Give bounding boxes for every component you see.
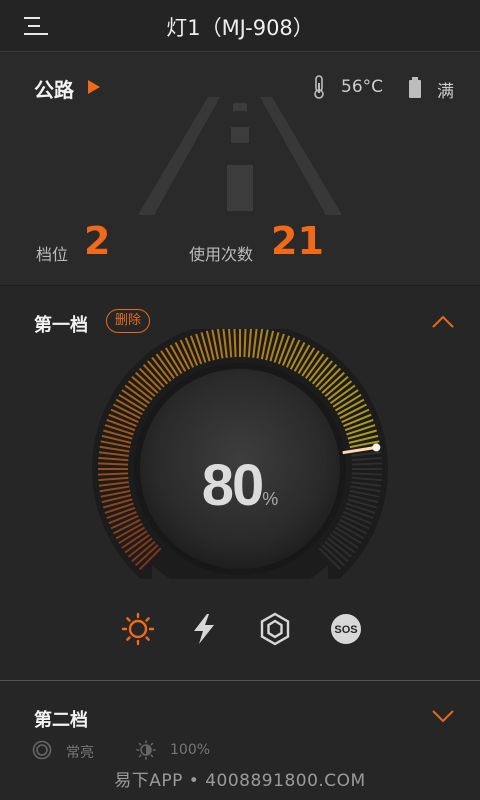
level-1-title: 第一档 [34, 315, 88, 336]
watermark: 易下APP • 4008891800.COM [114, 771, 366, 791]
dial-tick [233, 329, 237, 358]
level-2-mode-label: 常亮 [66, 745, 94, 761]
brightness-unit: % [262, 489, 279, 509]
thermometer-icon [314, 75, 324, 99]
device-title: 灯1（MJ-908） [166, 16, 314, 40]
dial-tick [243, 329, 247, 358]
strobe-icon[interactable] [258, 612, 292, 646]
level-1-panel: 第一档 删除 80% SOS [0, 287, 480, 681]
brightness-value: 80% [180, 452, 300, 519]
temperature-value: 56°C [341, 77, 384, 97]
gear-label: 档位 [36, 245, 69, 264]
battery-icon [409, 77, 421, 98]
dial-tick [351, 462, 382, 466]
level-2-panel: 第二档 常亮 100% 易下APP • 4008891800.COM [0, 682, 480, 800]
dial-tick [98, 462, 129, 466]
flash-icon[interactable] [187, 612, 221, 646]
brightness-number: 80 [201, 453, 264, 518]
steady-light-icon [32, 740, 52, 760]
svg-text:SOS: SOS [334, 624, 357, 636]
dial-pointer-tip[interactable] [372, 443, 381, 452]
gear-value: 2 [84, 219, 111, 263]
dial-tick [98, 472, 129, 476]
play-arrow-icon[interactable] [88, 80, 100, 94]
road-icon [138, 97, 342, 215]
mode-name[interactable]: 公路 [34, 74, 74, 103]
chevron-up-icon[interactable] [431, 313, 455, 329]
brightness-icon [136, 740, 156, 760]
uses-value: 21 [271, 219, 324, 263]
level-2-title: 第二档 [34, 710, 88, 731]
chevron-down-icon[interactable] [431, 708, 455, 724]
top-bar: 灯1（MJ-908） [0, 0, 480, 52]
sos-icon[interactable]: SOS [329, 612, 363, 646]
mode-panel: 公路 56°C 满 档位 2 使用次数 21 [0, 53, 480, 286]
uses-label: 使用次数 [189, 245, 254, 264]
dial-tick [351, 472, 382, 476]
level-2-brightness-label: 100% [170, 742, 211, 758]
battery-value: 满 [437, 82, 454, 102]
sun-icon[interactable] [121, 612, 155, 646]
